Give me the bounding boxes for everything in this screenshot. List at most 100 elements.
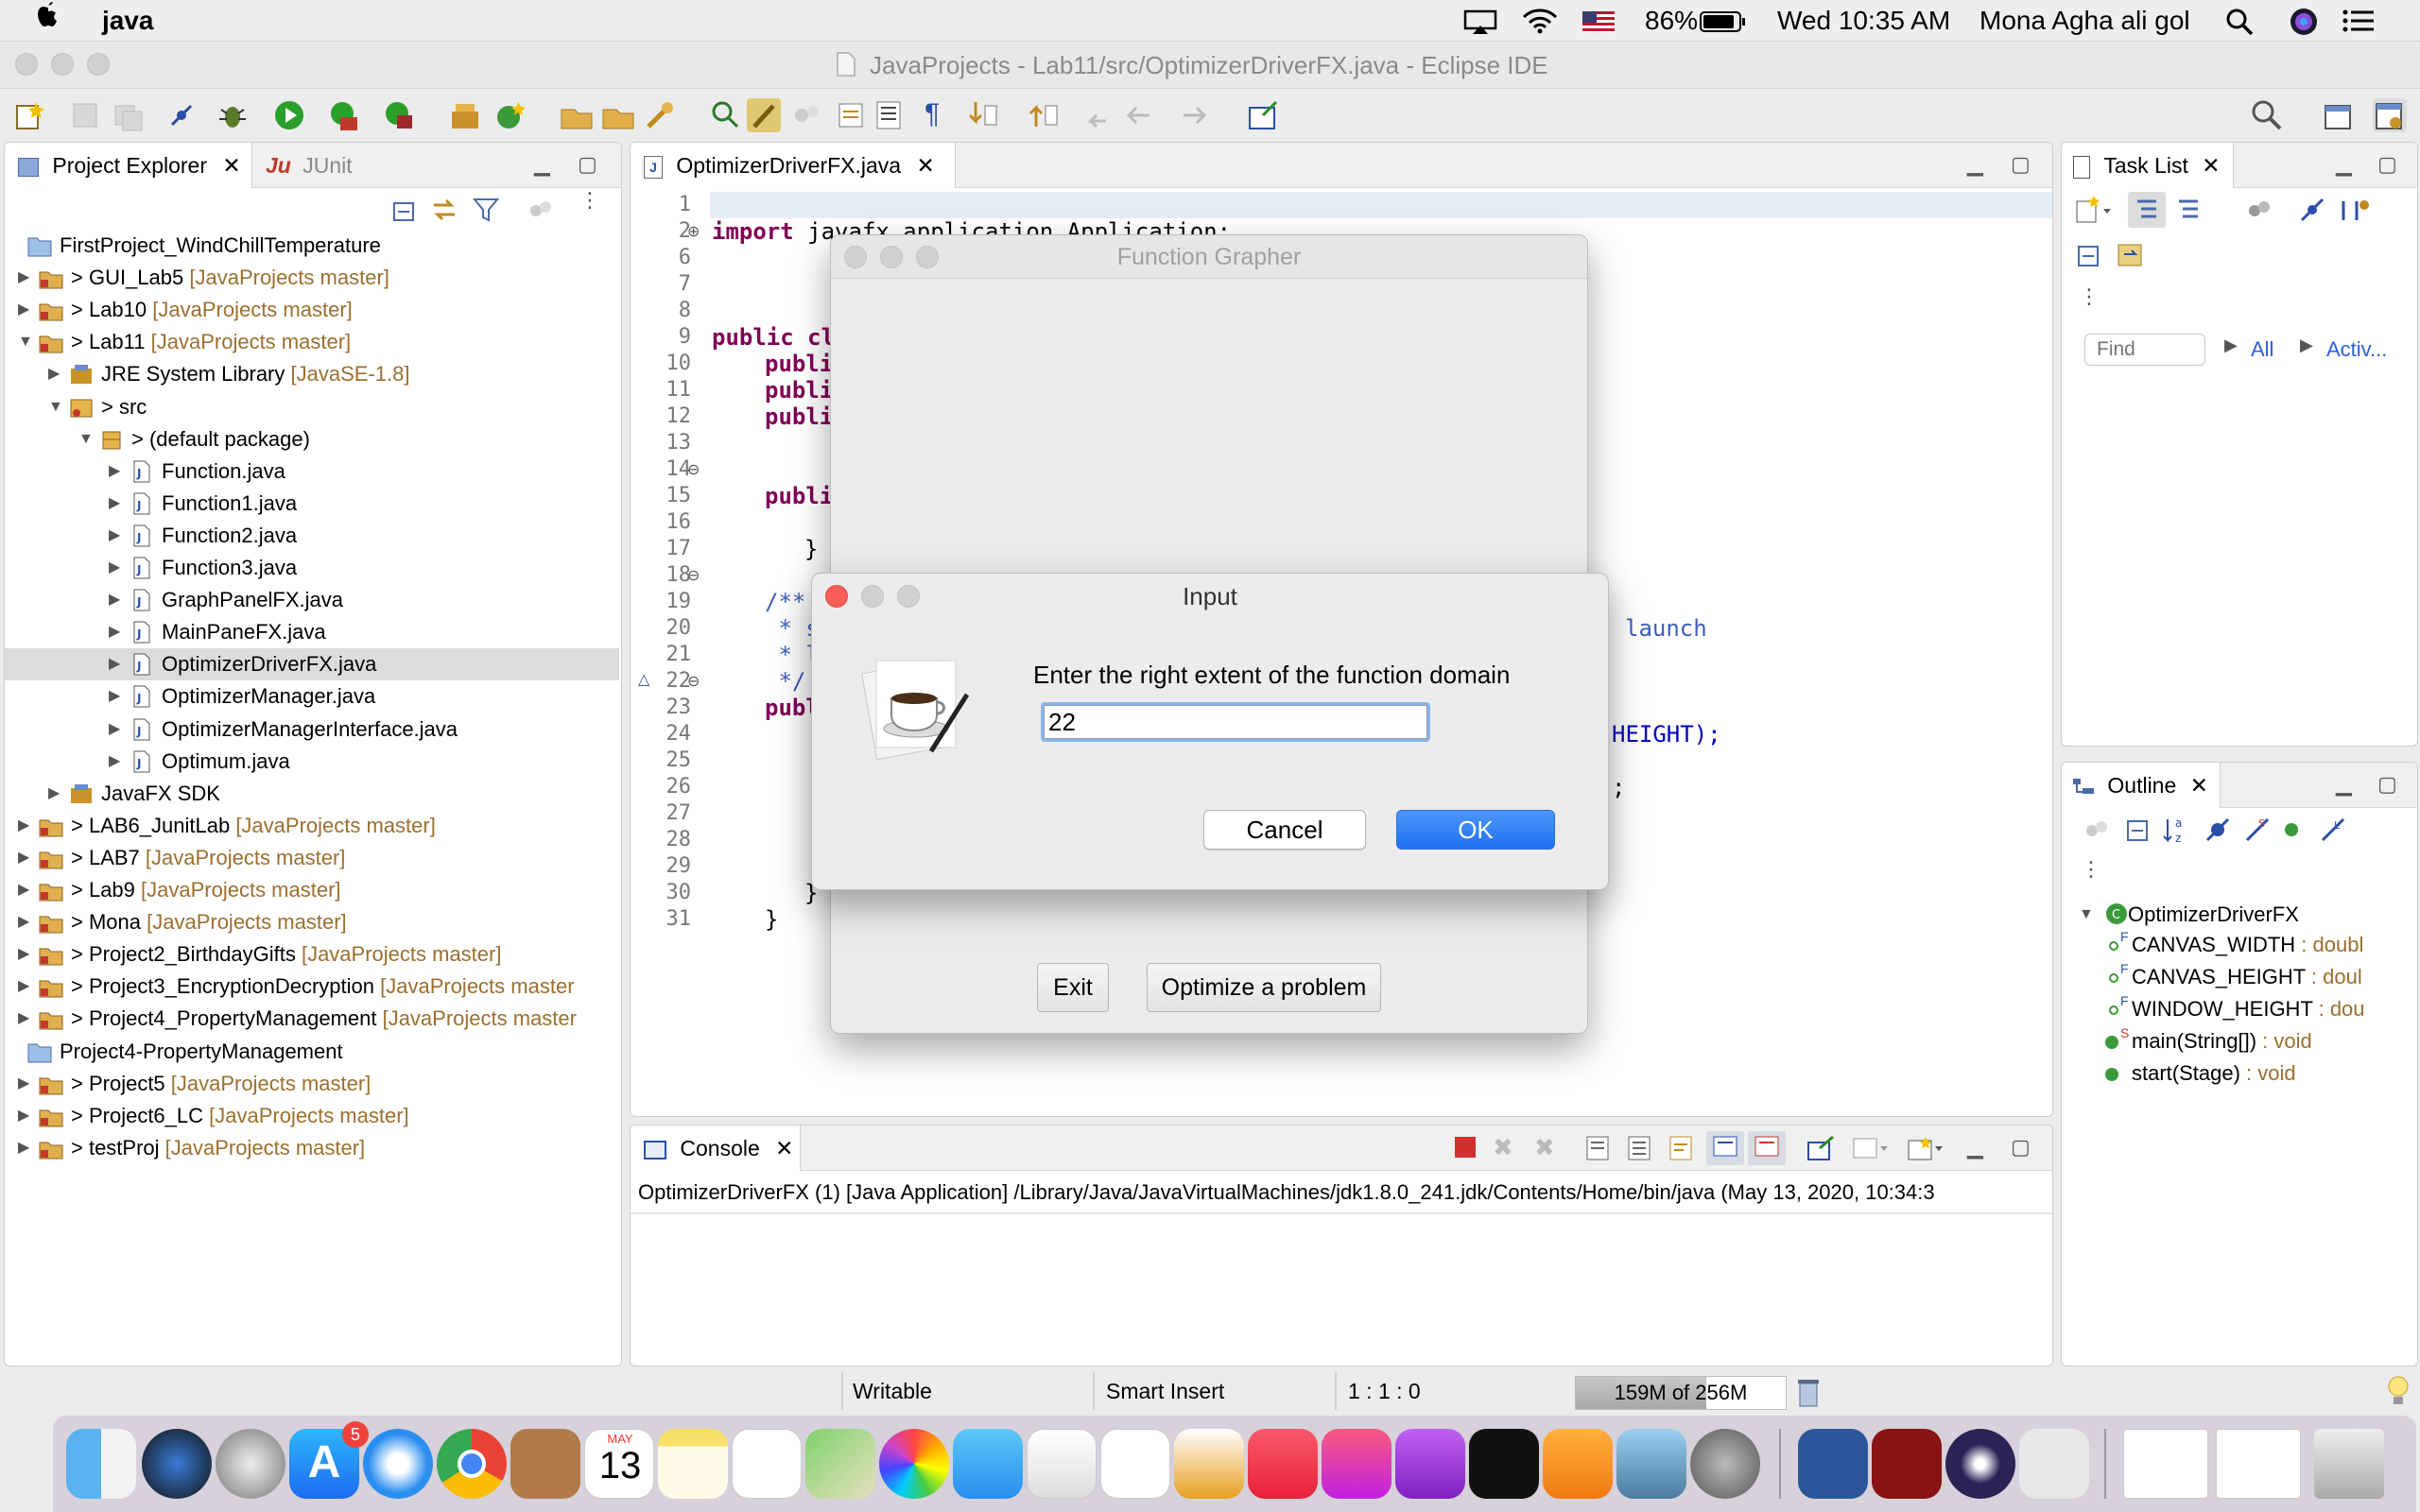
tree-item[interactable]: FirstProject_WindChillTemperature xyxy=(5,230,619,262)
maps-icon[interactable] xyxy=(805,1429,875,1499)
new-java-class-icon[interactable] xyxy=(493,98,527,132)
collapsed-arrow-icon[interactable]: ▶ xyxy=(48,778,60,810)
tab-task-list[interactable]: Task List ✕ xyxy=(2062,143,2234,188)
open-task-icon[interactable] xyxy=(601,98,635,132)
collapse-tasks-icon[interactable] xyxy=(2338,196,2370,224)
apple-icon[interactable] xyxy=(36,0,60,28)
books-icon[interactable] xyxy=(1543,1429,1613,1499)
pin-console-icon[interactable] xyxy=(1806,1135,1837,1161)
tree-item[interactable]: ▶ J Function.java xyxy=(5,455,619,488)
fold-icon[interactable]: ⊖ xyxy=(687,672,700,691)
back-icon[interactable] xyxy=(1121,98,1155,132)
us-flag-icon[interactable] xyxy=(1582,11,1615,32)
app-store-icon[interactable]: A 5 xyxy=(289,1421,369,1499)
hide-fields-icon[interactable] xyxy=(2204,816,2232,844)
tree-item[interactable]: ▶ J Function3.java xyxy=(5,552,619,584)
collapsed-arrow-icon[interactable]: ▶ xyxy=(18,1068,29,1100)
system-preferences-icon[interactable] xyxy=(1690,1429,1760,1499)
fold-icon[interactable]: ⊖ xyxy=(687,566,700,585)
sort-icon[interactable]: az xyxy=(2162,816,2194,844)
view-menu-icon[interactable]: ⋮ xyxy=(579,190,600,211)
maximize-panel-icon[interactable]: ▢ xyxy=(2377,152,2397,177)
notes-icon[interactable] xyxy=(658,1429,728,1499)
ok-button[interactable]: OK xyxy=(1396,810,1555,850)
synchronize-icon[interactable] xyxy=(2115,241,2147,269)
preview-icon[interactable] xyxy=(1616,1429,1686,1499)
keynote-icon[interactable] xyxy=(1174,1429,1244,1499)
new-task-icon[interactable] xyxy=(2075,196,2113,224)
app-menu[interactable]: java xyxy=(102,0,154,42)
debug-icon[interactable] xyxy=(216,98,250,132)
siri-icon[interactable] xyxy=(2290,8,2318,36)
clear-console-icon[interactable] xyxy=(1585,1135,1614,1161)
heap-status[interactable]: 159M of 256M xyxy=(1575,1376,1787,1410)
collapsed-arrow-icon[interactable]: ▶ xyxy=(109,455,120,488)
word-icon[interactable] xyxy=(1798,1429,1868,1499)
tab-outline[interactable]: Outline ✕ xyxy=(2062,763,2221,808)
tree-item[interactable]: ▶ > LAB7 [JavaProjects master] xyxy=(5,842,619,874)
close-icon[interactable]: ✕ xyxy=(222,153,240,178)
last-edit-icon[interactable] xyxy=(1080,98,1114,132)
tree-item[interactable]: ▶ > Project3_EncryptionDecryption [JavaPr… xyxy=(5,971,619,1003)
focus-icon[interactable] xyxy=(2245,196,2273,224)
optimize-problem-button[interactable]: Optimize a problem xyxy=(1147,963,1381,1012)
hide-local-types-icon[interactable]: L xyxy=(2319,816,2347,844)
collapsed-arrow-icon[interactable]: ▶ xyxy=(18,842,29,874)
cancel-button[interactable]: Cancel xyxy=(1203,810,1366,850)
tree-item[interactable]: Project4-PropertyManagement xyxy=(5,1036,619,1068)
show-on-stdout-icon[interactable] xyxy=(1706,1131,1744,1165)
override-marker-icon[interactable]: △ xyxy=(638,670,649,689)
all-link[interactable]: All xyxy=(2251,334,2273,366)
tip-lightbulb-icon[interactable] xyxy=(2386,1374,2411,1408)
collapsed-arrow-icon[interactable]: ▶ xyxy=(109,713,120,746)
search-toolbar-icon[interactable] xyxy=(643,98,677,132)
display-selected-console-icon[interactable] xyxy=(1852,1135,1890,1161)
maximize-console-icon[interactable]: ▢ xyxy=(2011,1135,2031,1160)
minimize-window-button[interactable] xyxy=(51,53,74,76)
collapsed-arrow-icon[interactable]: ▶ xyxy=(48,358,60,390)
scheduled-icon[interactable] xyxy=(2175,196,2204,224)
collapsed-arrow-icon[interactable]: ▶ xyxy=(18,294,29,326)
java-perspective-icon[interactable] xyxy=(2373,98,2407,132)
tree-item[interactable]: ▶ > Project4_PropertyManagement [JavaProj… xyxy=(5,1003,619,1035)
tree-item[interactable]: ▼ > src xyxy=(5,391,619,423)
view-menu-icon[interactable]: ⋮ xyxy=(2079,284,2100,309)
collapsed-arrow-icon[interactable]: ▶ xyxy=(109,746,120,778)
tree-item[interactable]: ▶ J Optimum.java xyxy=(5,746,619,778)
fold-icon[interactable]: ⊖ xyxy=(687,460,700,479)
minimized-window-thumbnail[interactable] xyxy=(2216,1429,2301,1499)
close-icon[interactable]: ✕ xyxy=(775,1136,793,1160)
tree-item[interactable]: ▶ JRE System Library [JavaSE-1.8] xyxy=(5,358,619,390)
numbers-icon[interactable] xyxy=(1100,1429,1170,1499)
tree-item[interactable]: ▶ > Project6_LC [JavaProjects master] xyxy=(5,1100,619,1132)
reminders-icon[interactable] xyxy=(732,1429,802,1499)
word-wrap-console-icon[interactable] xyxy=(1668,1135,1697,1161)
tree-item[interactable]: ▶ > GUI_Lab5 [JavaProjects master] xyxy=(5,262,619,294)
tree-item[interactable]: ▶ J Function2.java xyxy=(5,520,619,552)
airplay-icon[interactable] xyxy=(1463,9,1497,34)
filter-icon[interactable] xyxy=(472,196,500,224)
chrome-icon[interactable] xyxy=(437,1429,507,1499)
outline-member[interactable]: F CANVAS_HEIGHT : doul xyxy=(2062,961,2417,993)
podcasts-icon[interactable] xyxy=(1395,1429,1465,1499)
contacts-icon[interactable] xyxy=(510,1429,580,1499)
collapsed-arrow-icon[interactable]: ▶ xyxy=(18,1003,29,1035)
tab-junit[interactable]: Ju JUnit xyxy=(266,143,353,188)
fold-icon[interactable]: ⊕ xyxy=(687,222,700,241)
eclipse-icon[interactable] xyxy=(1945,1429,2015,1499)
outline-member[interactable]: Smain(String[]) : void xyxy=(2062,1025,2417,1057)
collapsed-arrow-icon[interactable]: ▶ xyxy=(109,648,120,680)
collapse-all-icon[interactable] xyxy=(390,196,419,224)
collapse-all-icon[interactable] xyxy=(2124,816,2152,844)
collapsed-arrow-icon[interactable]: ▶ xyxy=(109,552,120,584)
focus-icon[interactable] xyxy=(2083,816,2111,844)
user-menu[interactable]: Mona Agha ali gol xyxy=(1979,0,2190,42)
tree-item[interactable]: ▶ > Lab10 [JavaProjects master] xyxy=(5,294,619,326)
search-icon[interactable] xyxy=(2250,98,2284,132)
next-annotation-down-icon[interactable] xyxy=(966,98,1000,132)
toggle-mark-occurrences-icon[interactable] xyxy=(747,98,781,132)
task-find-input[interactable] xyxy=(2084,334,2205,366)
tree-item[interactable]: ▶ J OptimizerDriverFX.java xyxy=(5,648,619,681)
collapsed-arrow-icon[interactable]: ▶ xyxy=(109,680,120,713)
new-wizard-icon[interactable] xyxy=(13,98,47,132)
